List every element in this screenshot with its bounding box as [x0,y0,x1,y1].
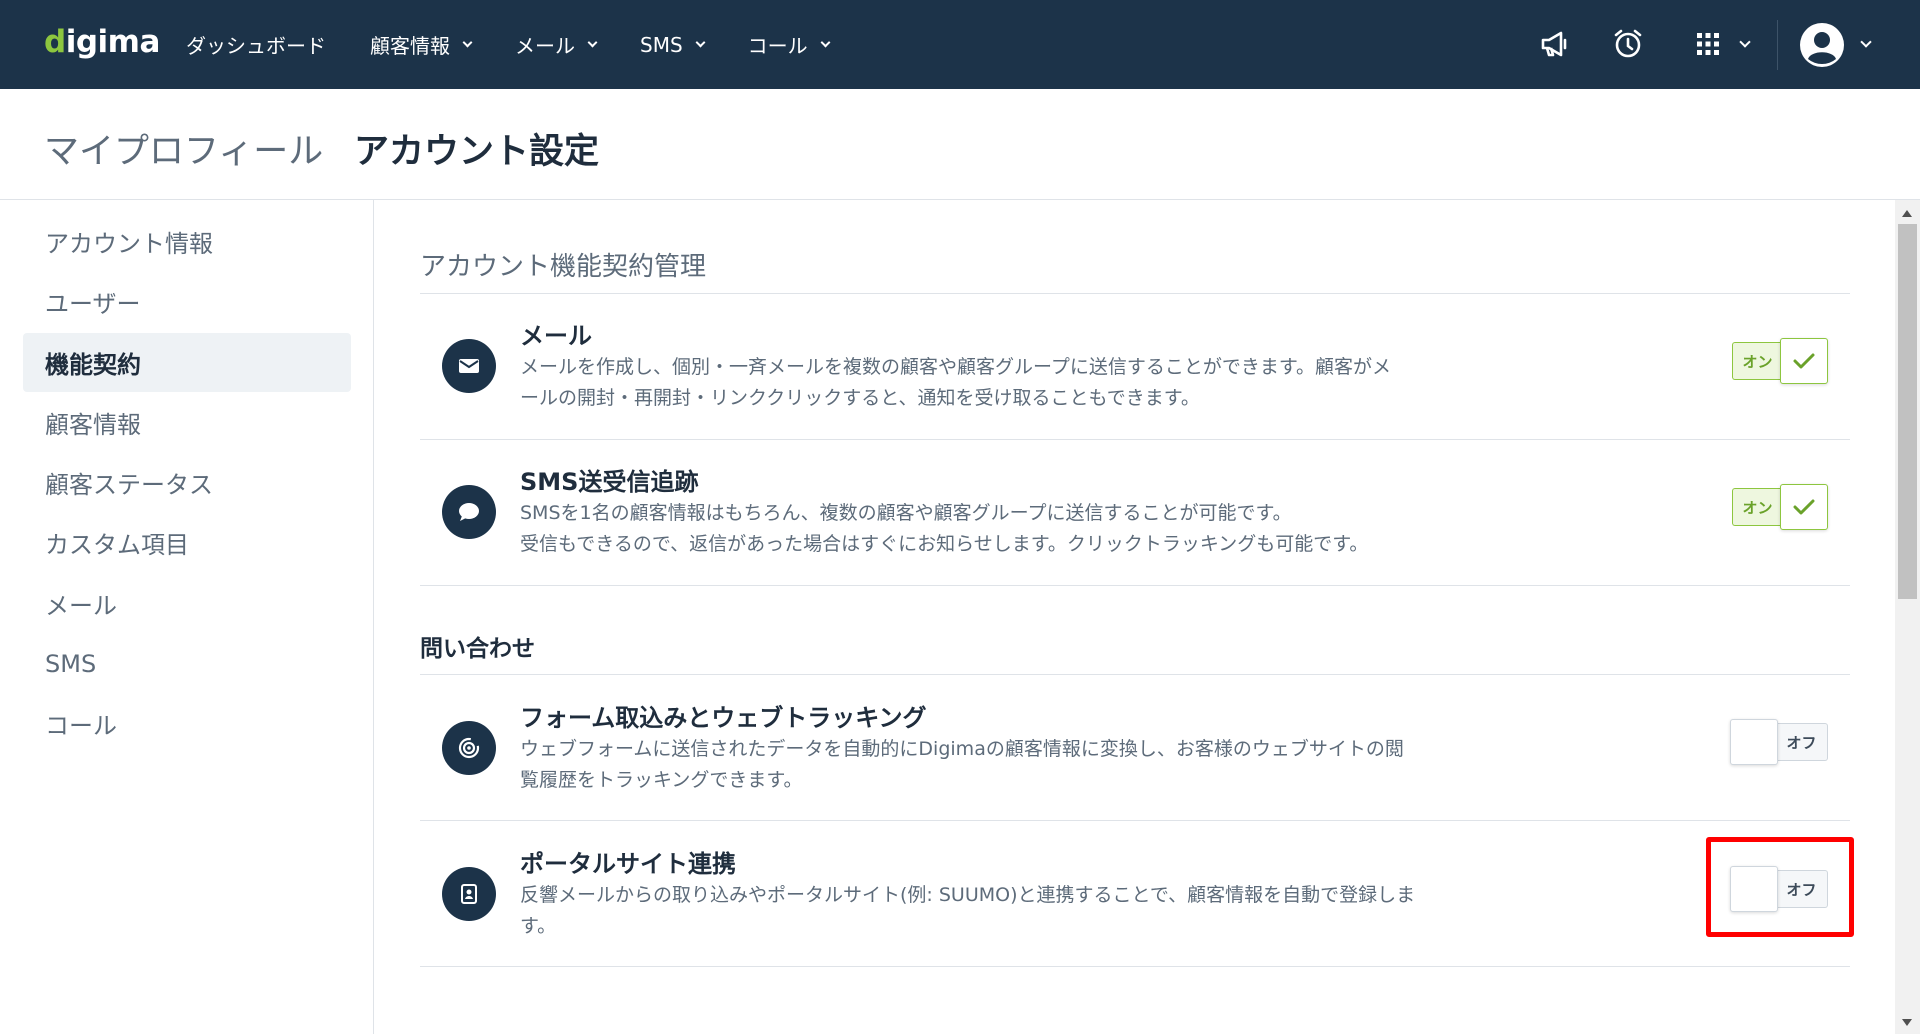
feature-desc-sms: SMSを1名の顧客情報はもちろん、複数の顧客や顧客グループに送信することが可能で… [520,502,1369,555]
envelope-icon [442,339,496,393]
sidebar-item-customer-info[interactable]: 顧客情報 [23,393,351,452]
nav-divider [1777,20,1778,70]
inquiry-heading: 問い合わせ [420,636,535,662]
web-tracking-icon [442,721,496,775]
page-title: アカウント設定 [354,132,600,172]
feature-title-mail: メール [520,322,592,350]
chevron-down-icon [587,37,598,47]
divider [420,966,1850,967]
chat-bubble-icon [442,485,496,539]
nav-item-mail[interactable]: メール [515,30,598,59]
divider [420,293,1850,294]
settings-sidebar: アカウント情報 ユーザー 機能契約 顧客情報 顧客ステータス カスタム項目 メー… [0,200,374,1034]
divider [420,820,1850,821]
sidebar-item-call[interactable]: コール [23,694,351,753]
sidebar-item-custom-fields[interactable]: カスタム項目 [23,513,351,572]
top-navbar: digima ダッシュボード 顧客情報 メール SMS コール [0,0,1920,89]
sms-toggle[interactable]: オン [1732,484,1828,530]
sidebar-item-customer-status[interactable]: 顧客ステータス [23,453,351,512]
chevron-down-icon[interactable] [1860,36,1872,48]
feature-desc-mail: メールを作成し、個別・一斉メールを複数の顧客や顧客グループに送信することができま… [520,356,1391,409]
feature-title-portal: ポータルサイト連携 [520,850,736,878]
document-person-icon [442,867,496,921]
alarm-clock-icon[interactable] [1610,26,1646,62]
check-icon [1780,338,1828,384]
digima-logo[interactable]: digima [44,24,160,60]
page-header: マイプロフィール アカウント設定 [0,89,1920,200]
divider [420,674,1850,675]
sidebar-item-sms[interactable]: SMS [23,634,351,693]
form-tracking-toggle[interactable]: オフ [1730,719,1828,765]
breadcrumb-my-profile[interactable]: マイプロフィール [44,123,323,174]
highlight-box [1706,837,1854,937]
toggle-knob [1730,719,1778,765]
toggle-on-label: オン [1732,342,1782,380]
sidebar-item-users[interactable]: ユーザー [23,272,351,331]
nav-item-customers[interactable]: 顧客情報 [370,30,473,59]
feature-desc-portal: 反響メールからの取り込みやポータルサイト(例: SUUMO)と連携することで、顧… [520,884,1416,937]
mail-toggle[interactable]: オン [1732,338,1828,384]
divider [420,585,1850,586]
chevron-down-icon [820,37,831,47]
sidebar-item-feature-contracts[interactable]: 機能契約 [23,333,351,392]
feature-desc-form-tracking: ウェブフォームに送信されたデータを自動的にDigimaの顧客情報に変換し、お客様… [520,738,1404,791]
toggle-on-label: オン [1732,488,1782,526]
toggle-off-label: オフ [1776,723,1828,761]
user-avatar-icon[interactable] [1799,22,1845,68]
main-content: アカウント機能契約管理 メール メールを作成し、個別・一斉メールを複数の顧客や顧… [375,200,1895,1034]
megaphone-icon[interactable] [1536,26,1572,62]
chevron-down-icon [695,37,706,47]
chevron-down-icon [462,37,473,47]
apps-grid-icon[interactable] [1690,26,1726,62]
feature-title-sms: SMS送受信追跡 [520,468,699,496]
nav-item-call[interactable]: コール [748,30,831,59]
check-icon [1780,484,1828,530]
main-nav: ダッシュボード 顧客情報 メール SMS コール [186,0,873,89]
vertical-scrollbar[interactable] [1895,200,1920,1034]
scroll-up-arrow-icon[interactable] [1902,210,1912,217]
scroll-down-arrow-icon[interactable] [1902,1019,1912,1026]
sidebar-item-mail[interactable]: メール [23,574,351,633]
sidebar-item-account-info[interactable]: アカウント情報 [23,212,351,271]
nav-item-sms[interactable]: SMS [640,33,706,57]
nav-item-dashboard[interactable]: ダッシュボード [186,30,326,59]
scrollbar-thumb[interactable] [1898,224,1917,599]
chevron-down-icon[interactable] [1739,36,1751,48]
divider [420,439,1850,440]
section-title: アカウント機能契約管理 [420,252,707,282]
feature-title-form-tracking: フォーム取込みとウェブトラッキング [520,704,927,732]
